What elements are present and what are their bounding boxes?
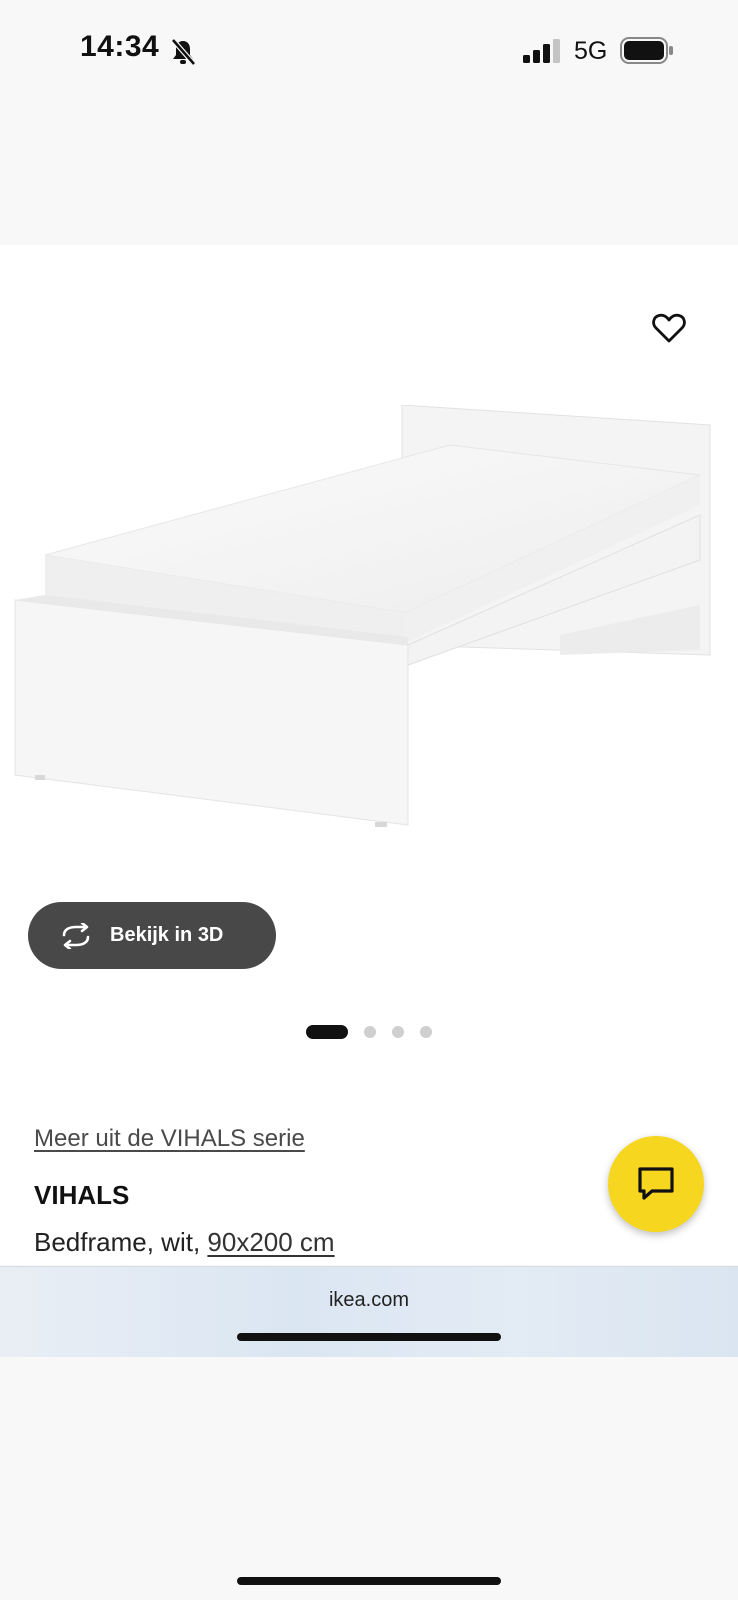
home-indicator-bottom[interactable] [237, 1577, 501, 1585]
chat-icon [638, 1167, 674, 1200]
product-description-text: Bedframe, wit, [34, 1227, 208, 1257]
view-3d-button[interactable]: Bekijk in 3D [28, 902, 276, 969]
heart-icon[interactable] [652, 312, 686, 344]
chat-button[interactable] [608, 1136, 704, 1232]
signal-icon [523, 39, 560, 63]
product-card: Bekijk in 3D Meer uit de VIHALS serie VI… [0, 245, 738, 1265]
size-link[interactable]: 90x200 cm [207, 1227, 334, 1257]
carousel-dot[interactable] [364, 1026, 376, 1038]
product-description: Bedframe, wit, 90x200 cm [34, 1227, 335, 1258]
bell-slash-icon [171, 38, 196, 66]
series-link[interactable]: Meer uit de VIHALS serie [34, 1125, 305, 1153]
carousel-dot-active[interactable] [306, 1025, 348, 1039]
carousel-dot[interactable] [392, 1026, 404, 1038]
battery-icon [620, 37, 673, 64]
network-type: 5G [574, 37, 608, 65]
carousel-indicator [306, 1025, 432, 1039]
view-3d-label: Bekijk in 3D [110, 924, 224, 946]
url-text[interactable]: ikea.com [0, 1289, 738, 1312]
rotate-icon [62, 922, 90, 949]
status-time: 14:34 [80, 30, 160, 63]
product-name: VIHALS [34, 1180, 130, 1210]
browser-url-bar[interactable]: ikea.com [0, 1266, 738, 1357]
bed-frame-image[interactable] [10, 405, 728, 890]
status-bar: 14:34 5G [0, 0, 738, 100]
home-indicator[interactable] [237, 1333, 501, 1341]
carousel-dot[interactable] [420, 1026, 432, 1038]
